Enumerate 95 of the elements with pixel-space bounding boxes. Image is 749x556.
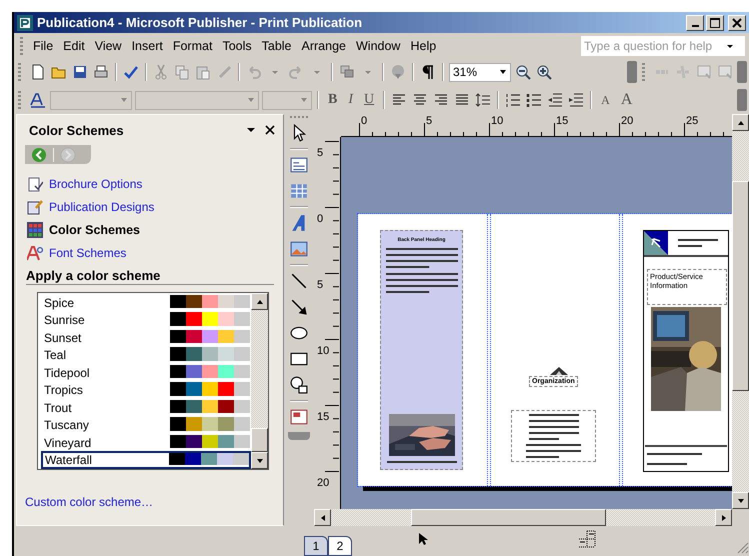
font-size-button[interactable]: A xyxy=(597,92,614,108)
text-lines-drawing xyxy=(647,453,702,455)
ruler-label: 5 xyxy=(317,147,324,159)
ruler-label: 5 xyxy=(426,115,432,127)
task-pane-link[interactable]: Brochure Options xyxy=(49,177,142,191)
close-icon xyxy=(732,18,742,28)
right-arrow-icon[interactable] xyxy=(720,514,728,522)
text-lines-drawing xyxy=(528,414,578,416)
ruler-label: 0 xyxy=(317,213,324,225)
scroll-down-button[interactable] xyxy=(251,452,268,469)
ruler-label: 10 xyxy=(317,345,330,357)
pointer-icon xyxy=(418,532,428,546)
ruler-label: 5 xyxy=(317,279,324,291)
font-size-button[interactable]: A xyxy=(616,91,636,109)
brochure-icon xyxy=(27,176,43,192)
menu-item[interactable]: View xyxy=(90,36,127,54)
format-button[interactable]: I xyxy=(344,92,358,108)
menu-item[interactable]: Help xyxy=(405,36,442,54)
format-button[interactable]: U xyxy=(360,92,378,108)
left-arrow-icon[interactable] xyxy=(318,514,326,522)
ruler-label: 10 xyxy=(491,115,504,127)
ruler-label: 15 xyxy=(556,115,568,127)
scroll-right-button[interactable] xyxy=(715,509,732,526)
menu-item[interactable]: Arrange xyxy=(296,36,351,54)
page-tab[interactable]: 2 xyxy=(328,536,352,556)
page-tab[interactable]: 1 xyxy=(304,536,328,556)
help-search-field[interactable]: Type a question for help xyxy=(581,36,745,56)
menu-item[interactable]: Format xyxy=(168,36,218,54)
back-icon[interactable] xyxy=(31,146,47,162)
scroll-up-button[interactable] xyxy=(732,114,749,131)
app-icon xyxy=(17,14,33,30)
caret-icon[interactable] xyxy=(499,68,507,76)
window-title: Publication4 - Microsoft Publisher - Print Publication xyxy=(37,15,362,30)
shapes-icon[interactable] xyxy=(289,374,309,396)
dropdown-icon[interactable] xyxy=(247,126,255,134)
text-lines-drawing xyxy=(386,273,458,293)
menu-item[interactable]: Window xyxy=(351,36,406,54)
task-pane-link[interactable]: Font Schemes xyxy=(49,246,126,260)
text-lines-drawing xyxy=(528,420,578,440)
ruler-label: 25 xyxy=(686,115,698,127)
color-scheme-item[interactable]: Trout xyxy=(41,398,251,416)
menu-item[interactable]: File xyxy=(28,36,58,54)
text-lines-drawing xyxy=(386,461,456,463)
format-button[interactable]: B xyxy=(324,92,342,108)
resize-grip-icon[interactable] xyxy=(737,542,749,554)
up-arrow-icon[interactable] xyxy=(256,298,264,306)
logo-icon xyxy=(549,366,569,376)
ruler-label: 20 xyxy=(621,115,634,127)
down-arrow-icon[interactable] xyxy=(736,496,744,504)
close-button[interactable] xyxy=(728,14,746,30)
ruler-label: 15 xyxy=(317,411,330,423)
text-lines-drawing xyxy=(647,463,687,465)
maximize-button[interactable] xyxy=(706,14,724,30)
object-size-icon xyxy=(578,530,596,548)
task-pane-title: Color Schemes xyxy=(29,122,124,138)
maximize-icon xyxy=(710,18,720,28)
scrollbar-thumb[interactable] xyxy=(732,181,749,391)
logo-icon xyxy=(644,231,668,255)
color-scheme-item[interactable]: Sunset xyxy=(41,328,251,346)
menu-item[interactable]: Edit xyxy=(58,36,90,54)
color-scheme-item[interactable]: Waterfall xyxy=(41,451,251,469)
styles-icon[interactable] xyxy=(29,90,47,110)
menu-item[interactable]: Table xyxy=(256,36,297,54)
color-scheme-item[interactable]: Teal xyxy=(41,346,251,364)
close-icon[interactable] xyxy=(265,125,275,135)
minimize-icon xyxy=(692,24,698,26)
color-scheme-item[interactable]: Tidepool xyxy=(41,364,251,382)
custom-color-scheme-link[interactable]: Custom color scheme… xyxy=(25,495,154,509)
menu-item[interactable]: Insert xyxy=(126,36,168,54)
minimize-button[interactable] xyxy=(686,14,704,30)
section-heading: Apply a color scheme xyxy=(26,268,274,285)
text-lines-drawing xyxy=(526,444,581,458)
up-arrow-icon[interactable] xyxy=(736,118,744,126)
scroll-left-button[interactable] xyxy=(314,509,331,526)
color-scheme-item[interactable]: Tuscany xyxy=(41,416,251,434)
text-lines-drawing xyxy=(678,239,718,247)
color-scheme-item[interactable]: Sunrise xyxy=(41,311,251,329)
ruler-label: 20 xyxy=(317,477,330,489)
color-scheme-item[interactable]: Vineyard xyxy=(41,434,251,452)
font-icon xyxy=(27,245,43,261)
zoom-field[interactable]: 31% xyxy=(449,62,511,82)
ruler-label: 0 xyxy=(361,115,368,127)
color-scheme-item[interactable]: Spice xyxy=(41,294,251,312)
scroll-down-button[interactable] xyxy=(732,492,749,509)
task-pane-link[interactable]: Publication Designs xyxy=(49,200,154,214)
color-scheme-item[interactable]: Tropics xyxy=(41,381,251,399)
scroll-up-button[interactable] xyxy=(251,293,268,310)
document-icon xyxy=(27,199,43,215)
scrollbar-thumb[interactable] xyxy=(411,509,606,526)
color-grid-icon xyxy=(27,222,43,238)
down-arrow-icon[interactable] xyxy=(256,456,264,464)
text-lines-drawing xyxy=(386,248,458,268)
scrollbar-thumb[interactable] xyxy=(251,428,268,452)
task-pane-link[interactable]: Color Schemes xyxy=(49,223,140,237)
menu-item[interactable]: Tools xyxy=(217,36,257,54)
